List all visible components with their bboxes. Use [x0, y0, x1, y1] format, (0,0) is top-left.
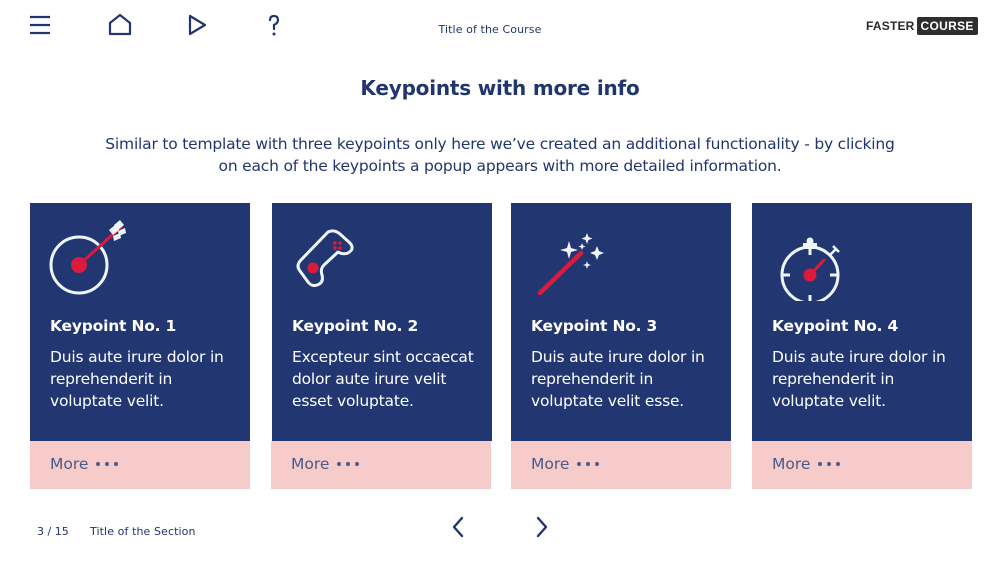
- card-body[interactable]: Keypoint No. 3 Duis aute irure dolor in …: [511, 203, 731, 441]
- card-title: Keypoint No. 4: [772, 317, 899, 335]
- ellipsis-icon: [577, 462, 600, 466]
- magic-wand-icon: [527, 217, 611, 301]
- previous-button[interactable]: [446, 514, 470, 540]
- keypoint-card-4[interactable]: Keypoint No. 4 Duis aute irure dolor in …: [752, 203, 972, 489]
- card-title: Keypoint No. 1: [50, 317, 177, 335]
- card-body[interactable]: Keypoint No. 4 Duis aute irure dolor in …: [752, 203, 972, 441]
- ellipsis-icon: [818, 462, 841, 466]
- logo-part-faster: FASTER: [866, 18, 915, 33]
- section-title: Title of the Section: [90, 525, 196, 538]
- chevron-left-icon: [452, 516, 464, 538]
- top-bar: Title of the Course FASTER COURSE: [0, 0, 1000, 52]
- intro-text: Similar to template with three keypoints…: [105, 135, 895, 175]
- course-title: Title of the Course: [438, 23, 542, 36]
- target-arrow-icon: [46, 217, 130, 301]
- keypoint-card-3[interactable]: Keypoint No. 3 Duis aute irure dolor in …: [511, 203, 731, 489]
- card-title: Keypoint No. 2: [292, 317, 419, 335]
- more-label: More: [291, 455, 330, 473]
- chevron-right-icon: [536, 516, 548, 538]
- next-button[interactable]: [530, 514, 554, 540]
- card-body[interactable]: Keypoint No. 1 Duis aute irure dolor in …: [30, 203, 250, 441]
- card-body[interactable]: Keypoint No. 2 Excepteur sint occaecat d…: [272, 203, 492, 441]
- card-text: Duis aute irure dolor in reprehenderit i…: [50, 348, 224, 410]
- card-title: Keypoint No. 3: [531, 317, 658, 335]
- more-button[interactable]: More: [752, 441, 972, 489]
- ellipsis-icon: [337, 462, 360, 466]
- page-title: Keypoints with more info: [360, 76, 640, 100]
- faster-course-logo: FASTER COURSE: [866, 16, 978, 35]
- keypoint-card-1[interactable]: Keypoint No. 1 Duis aute irure dolor in …: [30, 203, 250, 489]
- more-button[interactable]: More: [511, 441, 731, 489]
- more-label: More: [50, 455, 89, 473]
- card-text: Duis aute irure dolor in reprehenderit i…: [531, 348, 705, 410]
- logo-part-course: COURSE: [916, 16, 978, 35]
- more-button[interactable]: More: [30, 441, 250, 489]
- more-button[interactable]: More: [271, 441, 491, 489]
- ellipsis-icon: [96, 462, 119, 466]
- stopwatch-icon: [768, 217, 852, 301]
- more-label: More: [531, 455, 570, 473]
- card-text: Duis aute irure dolor in reprehenderit i…: [772, 348, 946, 410]
- card-text: Excepteur sint occaecat dolor aute irure…: [292, 348, 474, 410]
- more-label: More: [772, 455, 811, 473]
- keypoint-card-2[interactable]: Keypoint No. 2 Excepteur sint occaecat d…: [271, 203, 492, 489]
- page-indicator: 3 / 15: [37, 525, 69, 538]
- gamepad-icon: [288, 217, 372, 301]
